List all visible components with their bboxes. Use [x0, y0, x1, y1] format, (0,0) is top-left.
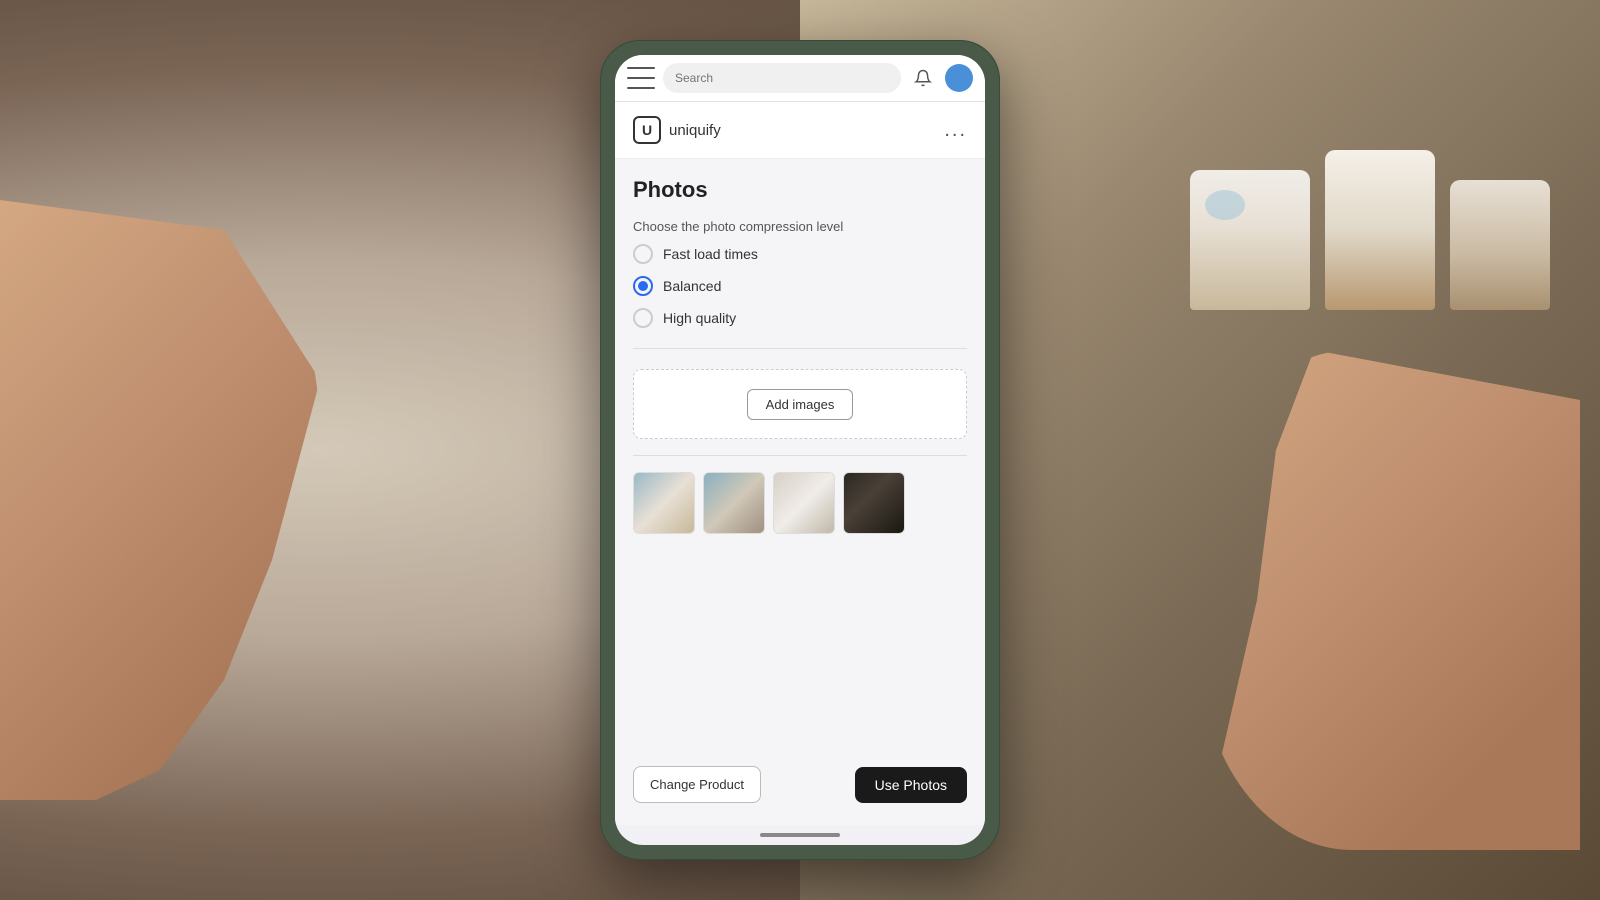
radio-circle-fast	[633, 244, 653, 264]
compression-radio-group: Fast load times Balanced High quality	[633, 244, 967, 328]
phone-container: U uniquify ... Photos Choose the photo c…	[600, 40, 1000, 860]
browser-top-bar	[615, 55, 985, 102]
search-input[interactable]	[663, 63, 901, 93]
user-avatar[interactable]	[945, 64, 973, 92]
menu-button[interactable]	[627, 67, 655, 89]
page-body: Photos Choose the photo compression leve…	[615, 159, 985, 825]
menu-line-3	[627, 87, 655, 89]
app-header: U uniquify ...	[615, 102, 985, 159]
thumbnail-4[interactable]	[843, 472, 905, 534]
thumbnail-3[interactable]	[773, 472, 835, 534]
app-logo-area: U uniquify	[633, 116, 721, 144]
compression-section: Choose the photo compression level Fast …	[633, 219, 967, 328]
radio-label-fast: Fast load times	[663, 246, 758, 262]
radio-highquality[interactable]: High quality	[633, 308, 967, 328]
thumbnail-1[interactable]	[633, 472, 695, 534]
radio-circle-balanced	[633, 276, 653, 296]
thumbnails-row	[633, 472, 967, 534]
bottom-actions: Change Product Use Photos	[633, 754, 967, 807]
radio-balanced[interactable]: Balanced	[633, 276, 967, 296]
compression-label: Choose the photo compression level	[633, 219, 967, 234]
menu-line-1	[627, 67, 655, 69]
menu-line-2	[627, 77, 655, 79]
radio-fast[interactable]: Fast load times	[633, 244, 967, 264]
app-logo-icon: U	[633, 116, 661, 144]
scene: U uniquify ... Photos Choose the photo c…	[0, 0, 1600, 900]
app-name: uniquify	[669, 122, 721, 139]
radio-circle-highquality	[633, 308, 653, 328]
phone-device: U uniquify ... Photos Choose the photo c…	[600, 40, 1000, 860]
app-content: U uniquify ... Photos Choose the photo c…	[615, 102, 985, 825]
home-indicator	[760, 833, 840, 837]
divider-top	[633, 348, 967, 349]
phone-bottom-bar	[615, 825, 985, 845]
thumbnail-2[interactable]	[703, 472, 765, 534]
use-photos-button[interactable]: Use Photos	[855, 767, 967, 803]
soap-block-1	[1190, 170, 1310, 310]
change-product-button[interactable]: Change Product	[633, 766, 761, 803]
radio-label-highquality: High quality	[663, 310, 736, 326]
soap-display	[1190, 150, 1550, 310]
page-title: Photos	[633, 177, 967, 203]
soap-block-3	[1450, 180, 1550, 310]
phone-screen: U uniquify ... Photos Choose the photo c…	[615, 55, 985, 845]
bell-icon[interactable]	[909, 64, 937, 92]
upload-area[interactable]: Add images	[633, 369, 967, 439]
divider-bottom	[633, 455, 967, 456]
add-images-button[interactable]: Add images	[747, 389, 854, 420]
radio-label-balanced: Balanced	[663, 278, 721, 294]
soap-block-2	[1325, 150, 1435, 310]
more-menu-button[interactable]: ...	[944, 119, 967, 142]
